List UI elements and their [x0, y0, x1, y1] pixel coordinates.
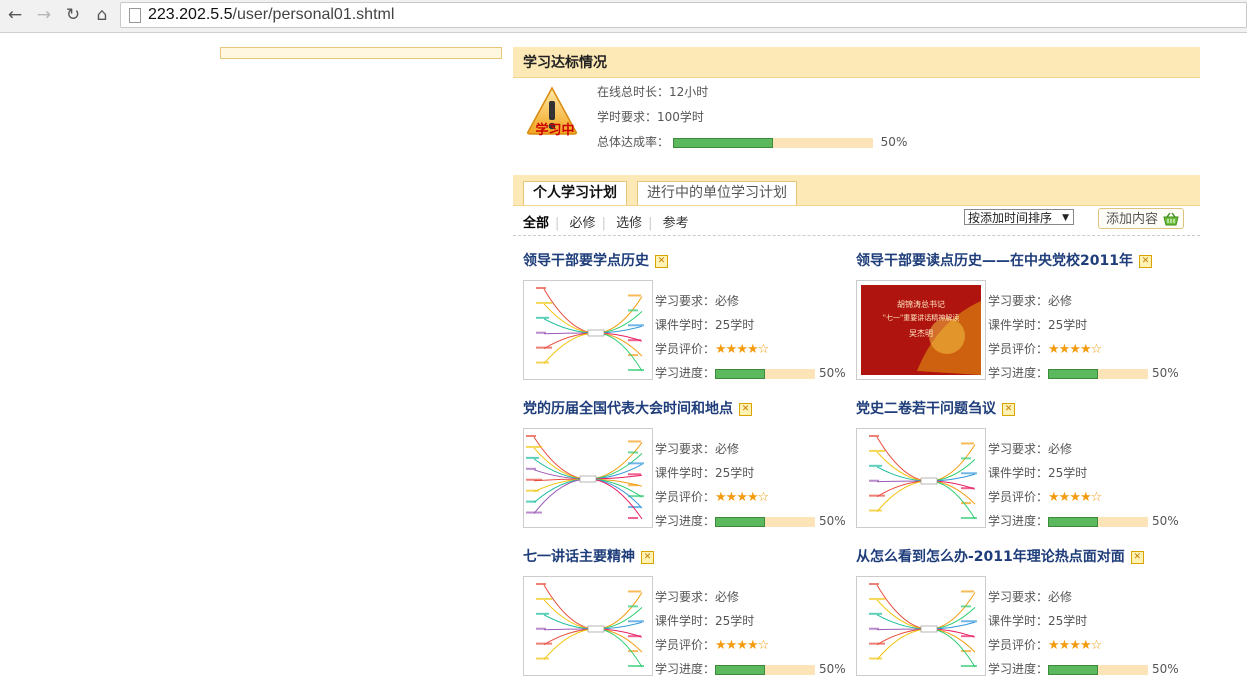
course-requirement: 学习要求：必修	[655, 442, 740, 456]
course-title[interactable]: 从怎么看到怎么办-2011年理论热点面对面 ✕	[856, 546, 1144, 566]
course-hours: 课件学时：25学时	[655, 466, 755, 480]
course-rating: 学员评价：★★★★☆	[655, 490, 769, 505]
course-progress-bar	[715, 516, 816, 527]
home-icon[interactable]: ⌂	[92, 5, 112, 25]
filter-reference[interactable]: 参考	[663, 216, 689, 231]
course-hours: 课件学时：25学时	[988, 614, 1088, 628]
address-bar[interactable]: 223.202.5.5/user/personal01.shtml	[120, 2, 1247, 28]
course-progress: 学习进度： 50%	[655, 366, 846, 380]
course-thumbnail[interactable]: 胡锦涛总书记 "七一"重要讲话精神解读 吴杰明	[856, 280, 986, 380]
add-content-button[interactable]: 添加内容	[1098, 208, 1184, 229]
course-progress-bar	[715, 664, 816, 675]
status-section: 学习达标情况 学习中 在线总时长：12小时 学时要求：100学时 总体达成率： …	[513, 47, 1200, 174]
course-card: 从怎么看到怎么办-2011年理论热点面对面 ✕ 学习要求：必修 课件学时：25学时…	[856, 546, 1186, 686]
course-progress-bar	[1048, 368, 1149, 379]
course-progress: 学习进度： 50%	[988, 366, 1179, 380]
course-requirement: 学习要求：必修	[655, 590, 740, 604]
course-hours: 课件学时：25学时	[655, 614, 755, 628]
course-rating: 学员评价：★★★★☆	[655, 342, 769, 357]
course-title[interactable]: 七一讲话主要精神 ✕	[523, 546, 654, 566]
rating-stars-icon: ★★★★☆	[715, 490, 769, 505]
course-rating: 学员评价：★★★★☆	[655, 638, 769, 653]
course-progress-bar	[715, 368, 816, 379]
course-thumbnail[interactable]	[523, 576, 653, 676]
forward-arrow-icon[interactable]: →	[34, 5, 54, 25]
study-status-badge: 学习中	[535, 123, 575, 138]
course-title[interactable]: 领导干部要读点历史——在中央党校2011年 ✕	[856, 250, 1152, 270]
remove-icon[interactable]: ✕	[739, 403, 752, 416]
course-hours: 课件学时：25学时	[988, 466, 1088, 480]
course-card: 党史二卷若干问题刍议 ✕ 学习要求：必修 课件学时：25学时 学员评价：★★★★☆…	[856, 398, 1186, 538]
browser-toolbar: ← → ↻ ⌂ 223.202.5.5/user/personal01.shtm…	[0, 0, 1247, 33]
course-progress: 学习进度： 50%	[988, 662, 1179, 676]
tab-unit-plan[interactable]: 进行中的单位学习计划	[637, 181, 797, 205]
course-thumbnail[interactable]	[523, 428, 653, 528]
course-progress-bar	[1048, 516, 1149, 527]
remove-icon[interactable]: ✕	[1002, 403, 1015, 416]
back-arrow-icon[interactable]: ←	[5, 5, 25, 25]
course-title[interactable]: 党的历届全国代表大会时间和地点 ✕	[523, 398, 752, 418]
left-panel	[220, 47, 502, 59]
remove-icon[interactable]: ✕	[641, 551, 654, 564]
url-text: 223.202.5.5/user/personal01.shtml	[148, 6, 395, 23]
thumb-text-3: 吴杰明	[909, 328, 933, 338]
page-icon	[129, 8, 141, 23]
status-header: 学习达标情况	[513, 47, 1200, 78]
reload-icon[interactable]: ↻	[63, 5, 83, 25]
overall-completion: 总体达成率： 50%	[597, 135, 908, 149]
course-progress-bar	[1048, 664, 1149, 675]
course-requirement: 学习要求：必修	[988, 442, 1073, 456]
course-hours: 课件学时：25学时	[655, 318, 755, 332]
rating-stars-icon: ★★★★☆	[1048, 490, 1102, 505]
course-card: 领导干部要读点历史——在中央党校2011年 ✕ 胡锦涛总书记 "七一"重要讲话精神解…	[856, 250, 1186, 390]
rating-stars-icon: ★★★★☆	[715, 638, 769, 653]
filter-elective[interactable]: 选修	[616, 216, 642, 231]
course-card: 七一讲话主要精神 ✕ 学习要求：必修 课件学时：25学时 学员评价：★★★★☆ 学…	[523, 546, 853, 686]
thumb-text-1: 胡锦涛总书记	[897, 299, 945, 309]
remove-icon[interactable]: ✕	[1130, 551, 1144, 564]
course-thumbnail[interactable]	[523, 280, 653, 380]
remove-icon[interactable]: ✕	[1138, 255, 1152, 268]
course-card: 党的历届全国代表大会时间和地点 ✕ 学习要求：必修 课件学时：25学时 学员评价：…	[523, 398, 853, 538]
basket-icon	[1163, 212, 1179, 226]
hours-requirement: 学时要求：100学时	[597, 110, 704, 124]
course-thumbnail[interactable]	[856, 576, 986, 676]
filter-all[interactable]: 全部	[523, 216, 549, 231]
course-progress: 学习进度： 50%	[655, 662, 846, 676]
course-hours: 课件学时：25学时	[988, 318, 1088, 332]
course-title[interactable]: 党史二卷若干问题刍议 ✕	[856, 398, 1015, 418]
dropdown-arrow-icon: ▼	[1062, 213, 1069, 223]
course-thumbnail[interactable]	[856, 428, 986, 528]
filter-required[interactable]: 必修	[570, 216, 596, 231]
tab-personal-plan[interactable]: 个人学习计划	[523, 181, 627, 205]
course-card: 领导干部要学点历史 ✕ 学习要求：必修 课件学时：25学时 学员评价：★★★★☆ …	[523, 250, 853, 390]
filter-bar: 全部 | 必修 | 选修 | 参考	[523, 216, 689, 231]
plan-tabs: 个人学习计划 进行中的单位学习计划	[513, 175, 1200, 206]
rating-stars-icon: ★★★★☆	[715, 342, 769, 357]
course-rating: 学员评价：★★★★☆	[988, 490, 1102, 505]
rating-stars-icon: ★★★★☆	[1048, 638, 1102, 653]
overall-progress-bar	[672, 137, 873, 148]
course-progress: 学习进度： 50%	[988, 514, 1179, 528]
rating-stars-icon: ★★★★☆	[1048, 342, 1102, 357]
course-progress: 学习进度： 50%	[655, 514, 846, 528]
course-title[interactable]: 领导干部要学点历史 ✕	[523, 250, 668, 270]
sort-select[interactable]: 按添加时间排序 ▼	[964, 209, 1074, 225]
course-requirement: 学习要求：必修	[988, 590, 1073, 604]
online-duration: 在线总时长：12小时	[597, 85, 709, 99]
course-rating: 学员评价：★★★★☆	[988, 342, 1102, 357]
course-rating: 学员评价：★★★★☆	[988, 638, 1102, 653]
course-requirement: 学习要求：必修	[988, 294, 1073, 308]
divider	[513, 235, 1200, 236]
thumb-text-2: "七一"重要讲话精神解读	[883, 313, 959, 322]
remove-icon[interactable]: ✕	[655, 255, 668, 268]
course-requirement: 学习要求：必修	[655, 294, 740, 308]
